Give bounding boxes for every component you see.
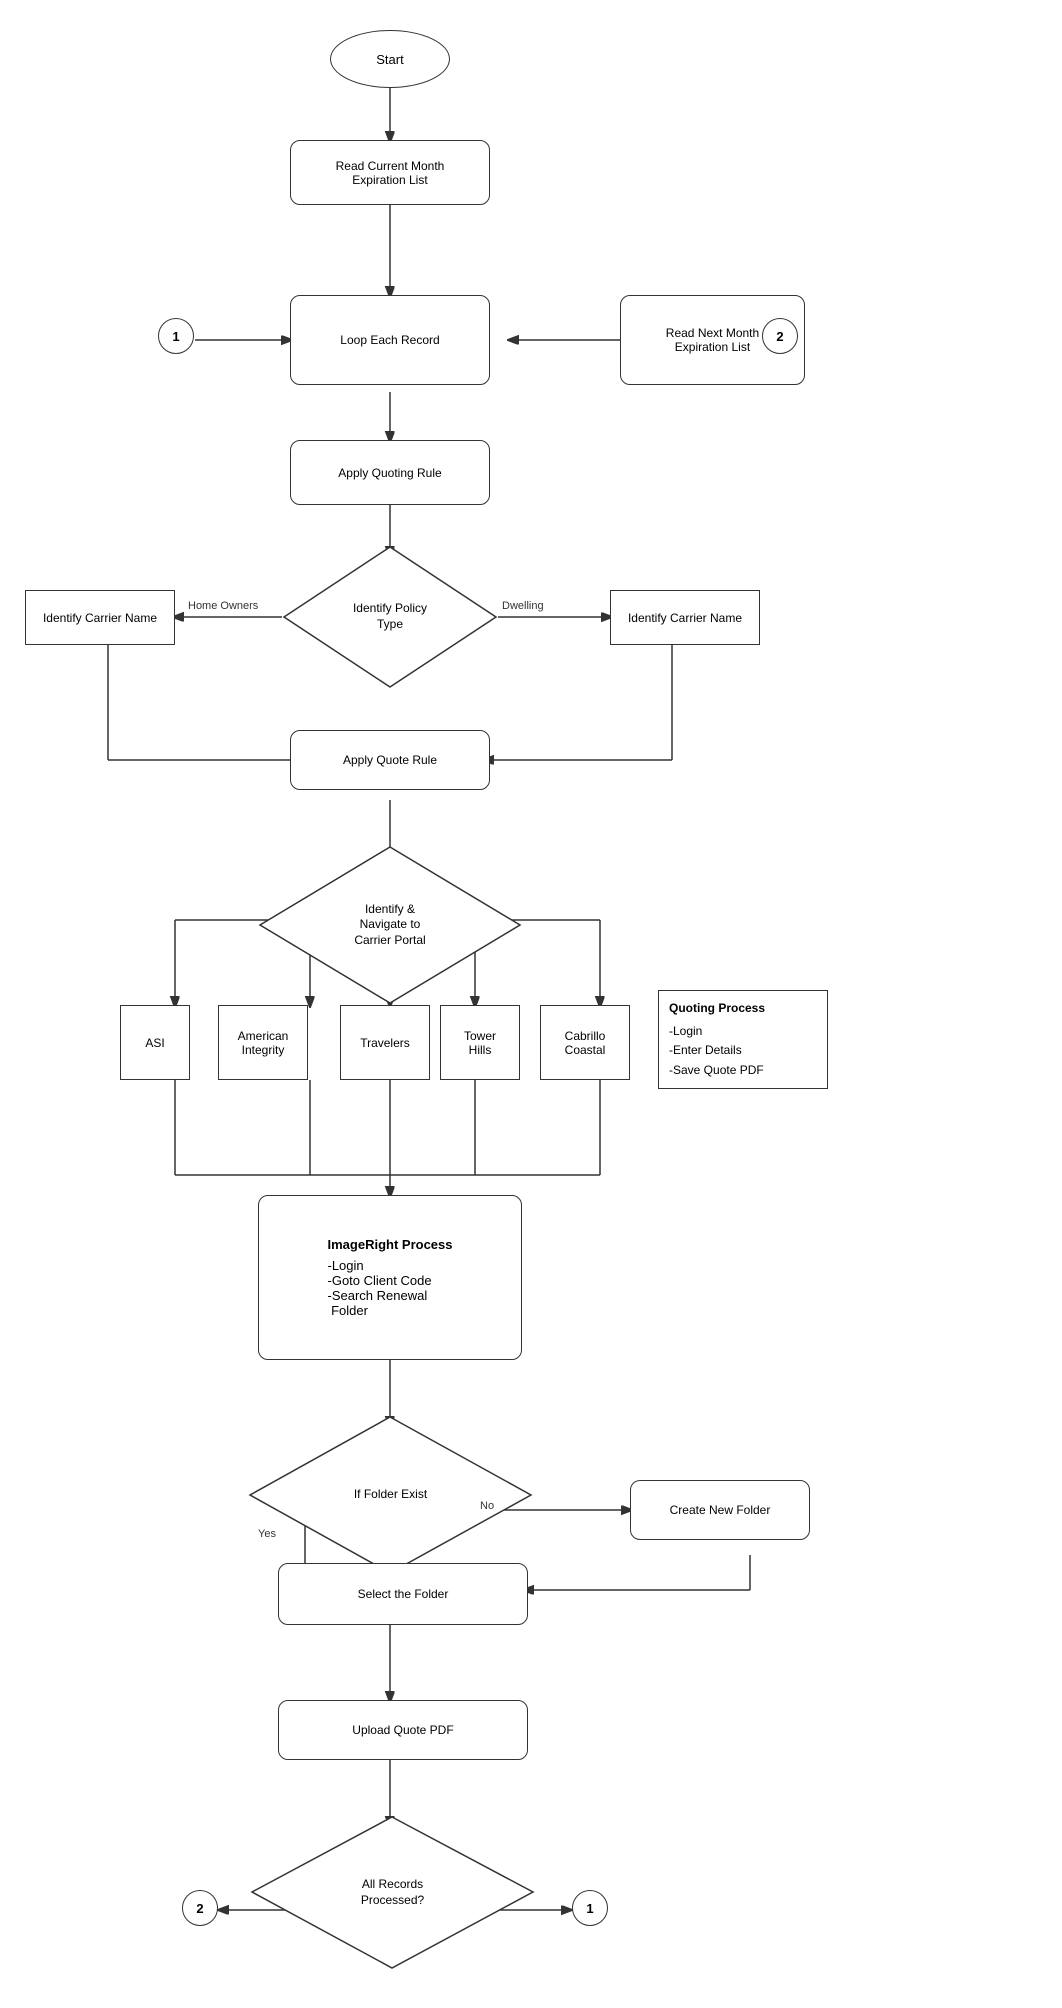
connector-2-top-label: 2 xyxy=(776,329,783,344)
identify-policy-type-diamond: Identify PolicyType xyxy=(282,545,498,689)
apply-quote-rule-label: Apply Quote Rule xyxy=(343,753,437,767)
connector-1-top-label: 1 xyxy=(172,329,179,344)
connector-2-bottom-label: 2 xyxy=(196,1901,203,1916)
travelers-label: Travelers xyxy=(360,1036,410,1050)
upload-quote-shape: Upload Quote PDF xyxy=(278,1700,528,1760)
cabrillo-coastal-label: Cabrillo Coastal xyxy=(565,1029,606,1057)
apply-quoting-rule-label: Apply Quoting Rule xyxy=(338,466,441,480)
connector-2-bottom: 2 xyxy=(182,1890,218,1926)
connector-2-top: 2 xyxy=(762,318,798,354)
all-records-diamond: All RecordsProcessed? xyxy=(250,1815,535,1970)
apply-quoting-rule-shape: Apply Quoting Rule xyxy=(290,440,490,505)
all-records-label: All RecordsProcessed? xyxy=(361,1877,424,1908)
apply-quote-rule-shape: Apply Quote Rule xyxy=(290,730,490,790)
american-integrity-shape: American Integrity xyxy=(218,1005,308,1080)
create-new-folder-shape: Create New Folder xyxy=(630,1480,810,1540)
identify-carrier-left-label: Identify Carrier Name xyxy=(43,611,157,625)
create-new-folder-label: Create New Folder xyxy=(670,1503,771,1517)
select-folder-label: Select the Folder xyxy=(358,1587,449,1601)
identify-navigate-label: Identify &Navigate toCarrier Portal xyxy=(354,902,425,949)
imageright-lines: -Login-Goto Client Code-Search Renewal F… xyxy=(328,1258,453,1318)
flowchart: Start Read Current Month Expiration List… xyxy=(0,0,1062,2008)
start-label: Start xyxy=(376,52,403,67)
cabrillo-coastal-shape: Cabrillo Coastal xyxy=(540,1005,630,1080)
upload-quote-label: Upload Quote PDF xyxy=(352,1723,453,1737)
no-label: No xyxy=(480,1500,494,1512)
identify-navigate-diamond: Identify &Navigate toCarrier Portal xyxy=(258,845,522,1005)
imageright-process-shape: ImageRight Process -Login-Goto Client Co… xyxy=(258,1195,522,1360)
quoting-process-lines: -Login-Enter Details-Save Quote PDF xyxy=(669,1022,817,1080)
travelers-shape: Travelers xyxy=(340,1005,430,1080)
loop-each-record-shape: Loop Each Record xyxy=(290,295,490,385)
connector-1-bottom-label: 1 xyxy=(586,1901,593,1916)
identify-carrier-left-shape: Identify Carrier Name xyxy=(25,590,175,645)
home-owners-label: Home Owners xyxy=(188,600,258,612)
quoting-process-box: Quoting Process -Login-Enter Details-Sav… xyxy=(658,990,828,1089)
read-next-month-label: Read Next Month Expiration List xyxy=(666,326,759,354)
identify-carrier-right-shape: Identify Carrier Name xyxy=(610,590,760,645)
if-folder-exist-label: If Folder Exist xyxy=(354,1487,427,1503)
american-integrity-label: American Integrity xyxy=(238,1029,289,1057)
tower-hills-shape: Tower Hills xyxy=(440,1005,520,1080)
loop-each-record-label: Loop Each Record xyxy=(340,333,439,347)
yes-label: Yes xyxy=(258,1528,276,1540)
identify-policy-type-label: Identify PolicyType xyxy=(353,601,427,632)
quoting-process-title: Quoting Process xyxy=(669,999,817,1018)
imageright-title: ImageRight Process xyxy=(328,1237,453,1252)
connector-1-top: 1 xyxy=(158,318,194,354)
identify-carrier-right-label: Identify Carrier Name xyxy=(628,611,742,625)
asi-shape: ASI xyxy=(120,1005,190,1080)
select-folder-shape: Select the Folder xyxy=(278,1563,528,1625)
tower-hills-label: Tower Hills xyxy=(464,1029,496,1057)
imageright-process-content: ImageRight Process -Login-Goto Client Co… xyxy=(313,1227,468,1328)
connector-1-bottom: 1 xyxy=(572,1890,608,1926)
asi-label: ASI xyxy=(145,1036,164,1050)
read-current-month-label: Read Current Month Expiration List xyxy=(336,159,445,187)
start-shape: Start xyxy=(330,30,450,88)
if-folder-exist-diamond: If Folder Exist xyxy=(248,1415,533,1575)
dwelling-label: Dwelling xyxy=(502,600,544,612)
read-current-month-shape: Read Current Month Expiration List xyxy=(290,140,490,205)
